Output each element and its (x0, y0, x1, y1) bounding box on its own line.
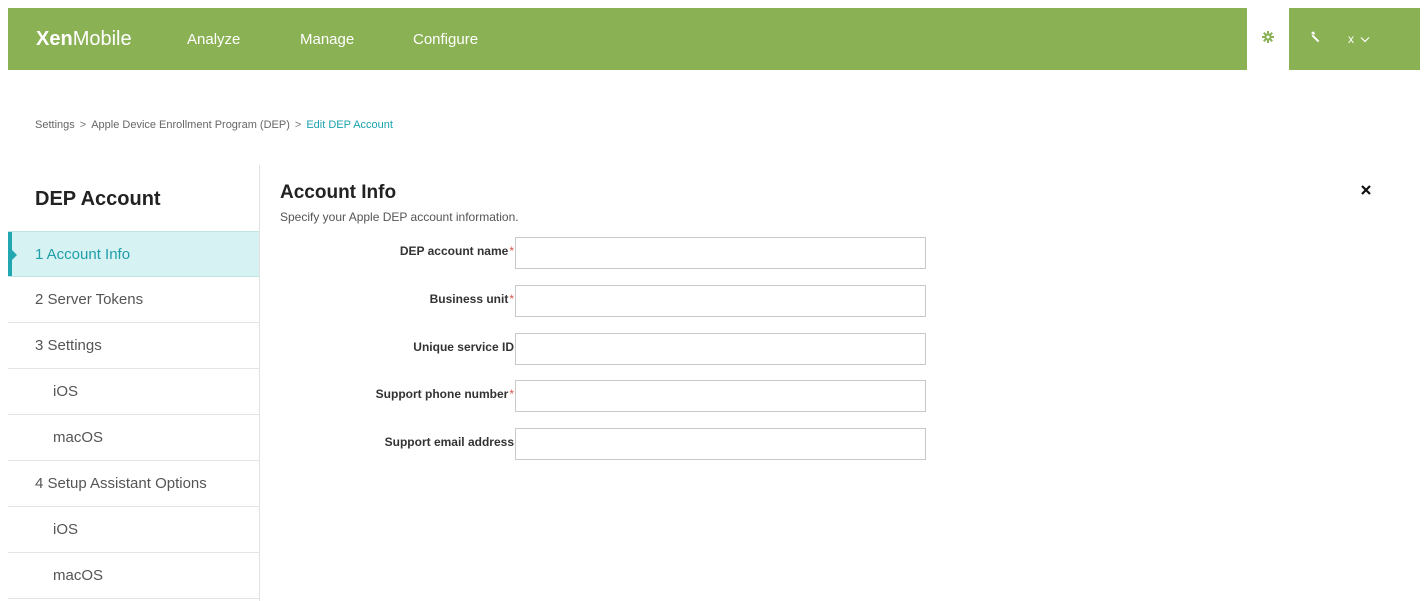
form-row-support-email-address: Support email address (280, 427, 940, 461)
xenmobile-logo[interactable]: XenMobile (36, 24, 132, 54)
support-email-address-input[interactable] (515, 428, 926, 460)
step-account-info[interactable]: 1 Account Info (8, 231, 259, 277)
step-label: macOS (53, 429, 104, 446)
close-icon (1361, 182, 1371, 200)
breadcrumb-current: Edit DEP Account (306, 119, 393, 131)
page-subtitle: Specify your Apple DEP account informati… (280, 210, 519, 224)
nav-configure[interactable]: Configure (413, 28, 478, 52)
breadcrumb-dep[interactable]: Apple Device Enrollment Program (DEP) (91, 119, 290, 131)
form-row-business-unit: Business unit* (280, 284, 940, 318)
required-marker: * (509, 387, 514, 401)
business-unit-input[interactable] (515, 285, 926, 317)
step-label: iOS (53, 383, 79, 400)
breadcrumb-settings[interactable]: Settings (35, 119, 75, 131)
nav-manage[interactable]: Manage (300, 28, 354, 52)
field-label: Support phone number* (376, 379, 514, 409)
step-setup-assistant-options[interactable]: 4 Setup Assistant Options (8, 461, 259, 507)
user-name: x (1348, 32, 1354, 46)
step-label: iOS (53, 521, 79, 538)
logo-light-text: Mobile (72, 28, 132, 50)
step-label: 1 Account Info (35, 246, 131, 263)
user-menu[interactable]: x (1342, 8, 1402, 70)
breadcrumb-separator: > (79, 119, 87, 131)
step-label: macOS (53, 567, 104, 584)
field-label: DEP account name* (400, 236, 514, 266)
dep-account-name-input[interactable] (515, 237, 926, 269)
field-label: Business unit* (430, 284, 514, 314)
step-settings-macos[interactable]: macOS (8, 415, 259, 461)
wizard-steps: 1 Account Info 2 Server Tokens 3 Setting… (8, 231, 259, 599)
field-label: Unique service ID (413, 332, 514, 362)
logo-bold-text: Xen (36, 28, 73, 50)
settings-button[interactable] (1247, 8, 1289, 70)
field-label-text: Support email address (384, 435, 514, 449)
chevron-down-icon (1360, 36, 1370, 43)
active-step-arrow (12, 250, 17, 260)
support-tools-button[interactable] (1298, 8, 1332, 70)
required-marker: * (509, 244, 514, 258)
form-row-unique-service-id: Unique service ID (280, 332, 940, 366)
field-label-text: Support phone number (375, 387, 509, 401)
field-label-text: DEP account name (399, 244, 509, 258)
field-label-text: Unique service ID (413, 340, 514, 354)
step-settings-ios[interactable]: iOS (8, 369, 259, 415)
step-server-tokens[interactable]: 2 Server Tokens (8, 277, 259, 323)
page-title: Account Info (280, 182, 397, 203)
step-label: 2 Server Tokens (35, 291, 144, 308)
step-label: 4 Setup Assistant Options (35, 475, 207, 492)
step-label: 3 Settings (35, 337, 102, 354)
wrench-icon (1309, 30, 1322, 48)
form-row-dep-account-name: DEP account name* (280, 236, 940, 270)
step-settings[interactable]: 3 Settings (8, 323, 259, 369)
field-label-text: Business unit (429, 292, 509, 306)
field-label: Support email address (385, 427, 514, 457)
wizard-sidebar: DEP Account 1 Account Info 2 Server Toke… (8, 165, 260, 601)
gear-icon (1262, 30, 1274, 48)
required-marker: * (509, 292, 514, 306)
breadcrumb-separator: > (294, 119, 302, 131)
form-row-support-phone-number: Support phone number* (280, 379, 940, 413)
unique-service-id-input[interactable] (515, 333, 926, 365)
top-navigation-bar: XenMobile Analyze Manage Configure x (8, 8, 1420, 70)
support-phone-number-input[interactable] (515, 380, 926, 412)
nav-analyze[interactable]: Analyze (187, 28, 240, 52)
sidebar-title: DEP Account (35, 188, 161, 210)
breadcrumb: Settings > Apple Device Enrollment Program… (35, 116, 393, 134)
step-setup-assistant-ios[interactable]: iOS (8, 507, 259, 553)
close-button[interactable] (1357, 182, 1375, 200)
step-setup-assistant-macos[interactable]: macOS (8, 553, 259, 599)
